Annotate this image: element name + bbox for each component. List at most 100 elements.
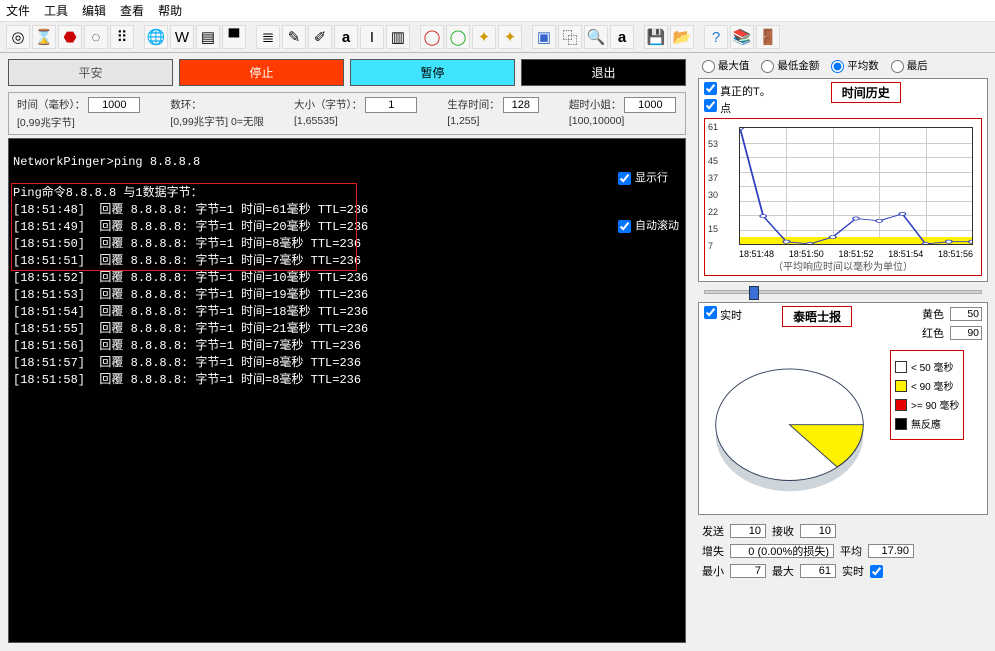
pie-chart [704,344,884,509]
recv-input[interactable] [800,524,836,538]
size-input[interactable] [365,97,417,113]
pin-icon[interactable]: ✎ [282,25,306,49]
pie-panel: 实时 泰晤士报 黄色 红色 < 50 毫秒 < 90 毫秒 >= 90 毫秒 無 [698,302,988,515]
color1-icon[interactable]: ◯ [420,25,444,49]
timeout-hint: [100,10000] [569,115,677,127]
radio-row: 最大值 最低金额 平均数 最后 [696,55,990,76]
brush-icon[interactable]: ✐ [308,25,332,49]
console-line: [18:51:55] 回覆 8.8.8.8: 字节=1 时间=21毫秒 TTL=… [13,322,368,336]
console-line: [18:51:54] 回覆 8.8.8.8: 字节=1 时间=18毫秒 TTL=… [13,305,368,319]
avg-label: 平均 [840,543,862,559]
console-line: [18:51:56] 回覆 8.8.8.8: 字节=1 时间=7毫秒 TTL=2… [13,339,361,353]
pause-button[interactable]: 暂停 [350,59,515,86]
console-line: [18:51:53] 回覆 8.8.8.8: 字节=1 时间=19毫秒 TTL=… [13,288,368,302]
action-buttons: 平安 停止 暂停 退出 [0,53,694,92]
console-line: [18:51:57] 回覆 8.8.8.8: 字节=1 时间=8毫秒 TTL=2… [13,356,361,370]
console-prompt: NetworkPinger>ping 8.8.8.8 [13,155,200,169]
ttl-input[interactable] [503,97,539,113]
pie-legend: < 50 毫秒 < 90 毫秒 >= 90 毫秒 無反應 [890,350,964,440]
w-icon[interactable]: W [170,25,194,49]
globe-icon[interactable]: 🌐 [144,25,168,49]
history-panel: 真正的T。 点 时间历史 61 53 45 37 30 22 15 7 [698,78,988,282]
pie-title: 泰晤士报 [782,306,852,327]
book-icon[interactable]: 📚 [730,25,754,49]
min-input[interactable] [730,564,766,578]
history-title: 时间历史 [831,82,901,103]
a2-icon[interactable]: a [610,25,634,49]
realt-check[interactable]: 真正的T。 [704,86,771,98]
live-check[interactable]: 实时 [704,306,742,323]
a-font-icon[interactable]: a [334,25,358,49]
color2-icon[interactable]: ◯ [446,25,470,49]
chart1-yticks: 61 53 45 37 30 22 15 7 [708,123,718,251]
timeout-input[interactable] [624,97,676,113]
refresh-icon[interactable]: ◌ [84,25,108,49]
chart-icon[interactable]: ▀ [222,25,246,49]
red-input[interactable] [950,326,982,340]
stack-icon[interactable]: ▥ [386,25,410,49]
max-label: 最大 [772,563,794,579]
copy-icon[interactable]: ⿻ [558,25,582,49]
console-line: [18:51:49] 回覆 8.8.8.8: 字节=1 时间=20毫秒 TTL=… [13,220,368,234]
radio-last[interactable]: 最后 [891,58,928,73]
radio-avg[interactable]: 平均数 [831,58,878,73]
menu-file[interactable]: 文件 [6,2,30,19]
console-line: [18:51:50] 回覆 8.8.8.8: 字节=1 时间=8毫秒 TTL=2… [13,237,361,251]
yellow-input[interactable] [950,307,982,321]
console-line: [18:51:52] 回覆 8.8.8.8: 字节=1 时间=10毫秒 TTL=… [13,271,368,285]
toolbar: ◎ ⌛ ⬣ ◌ ⠿ 🌐 W ▤ ▀ ≣ ✎ ✐ a I ▥ ◯ ◯ ✦ ✦ ▣ … [0,22,995,53]
i-icon[interactable]: I [360,25,384,49]
max-input[interactable] [800,564,836,578]
menu-help[interactable]: 帮助 [158,2,182,19]
folder-icon[interactable]: 📂 [670,25,694,49]
key1-icon[interactable]: ✦ [472,25,496,49]
param-bar: 时间（毫秒）： [0,99兆字节] 数环： [0,99兆字节] 0=无限 大小（… [8,92,686,135]
history-line [740,128,972,244]
save-icon[interactable]: 💾 [644,25,668,49]
disk1-icon[interactable]: ▣ [532,25,556,49]
size-label: 大小（字节）： [294,99,362,111]
console-line: [18:51:58] 回覆 8.8.8.8: 字节=1 时间=8毫秒 TTL=2… [13,373,361,387]
menu-view[interactable]: 查看 [120,2,144,19]
lost-input[interactable] [730,544,834,558]
dots-icon[interactable]: ⠿ [110,25,134,49]
time-hint: [0,99兆字节] [17,115,140,130]
ttl-hint: [1,255] [447,115,539,127]
stop-icon[interactable]: ⬣ [58,25,82,49]
hourglass-icon[interactable]: ⌛ [32,25,56,49]
point-check[interactable]: 点 [704,103,731,115]
chart1-caption: （平均响应时间以毫秒为单位） [705,258,981,273]
server-icon[interactable]: ▤ [196,25,220,49]
ping-button[interactable]: 平安 [8,59,173,86]
count-label: 数环： [170,97,264,112]
stats-box: 发送 接收 增失 平均 最小 最大 实时 [696,517,990,585]
console-header: Ping命令8.8.8.8 与1数据字节： [13,186,203,200]
realtime-check[interactable] [870,565,883,578]
help-icon[interactable]: ? [704,25,728,49]
key2-icon[interactable]: ✦ [498,25,522,49]
sent-input[interactable] [730,524,766,538]
timeout-label: 超时小姐： [569,99,622,111]
time-slider[interactable] [696,284,990,300]
exit-button[interactable]: 退出 [521,59,686,86]
count-hint: [0,99兆字节] 0=无限 [170,114,264,129]
list-icon[interactable]: ≣ [256,25,280,49]
avg-input[interactable] [868,544,914,558]
menu-tools[interactable]: 工具 [44,2,68,19]
red-label: 红色 [922,325,944,341]
radio-minmoney[interactable]: 最低金额 [761,58,819,73]
exit-icon[interactable]: 🚪 [756,25,780,49]
ttl-label: 生存时间： [447,99,500,111]
min-label: 最小 [702,563,724,579]
target-icon[interactable]: ◎ [6,25,30,49]
console-line: [18:51:51] 回覆 8.8.8.8: 字节=1 时间=7毫秒 TTL=2… [13,254,361,268]
time-input[interactable] [88,97,140,113]
yellow-label: 黄色 [922,306,944,322]
stop-button[interactable]: 停止 [179,59,344,86]
menu-edit[interactable]: 编辑 [82,2,106,19]
autoscroll-check[interactable]: 自动滚动 [618,217,679,233]
search-icon[interactable]: 🔍 [584,25,608,49]
radio-max[interactable]: 最大值 [702,58,749,73]
size-hint: [1,65535] [294,115,417,127]
show-lines-check[interactable]: 显示行 [618,169,679,185]
